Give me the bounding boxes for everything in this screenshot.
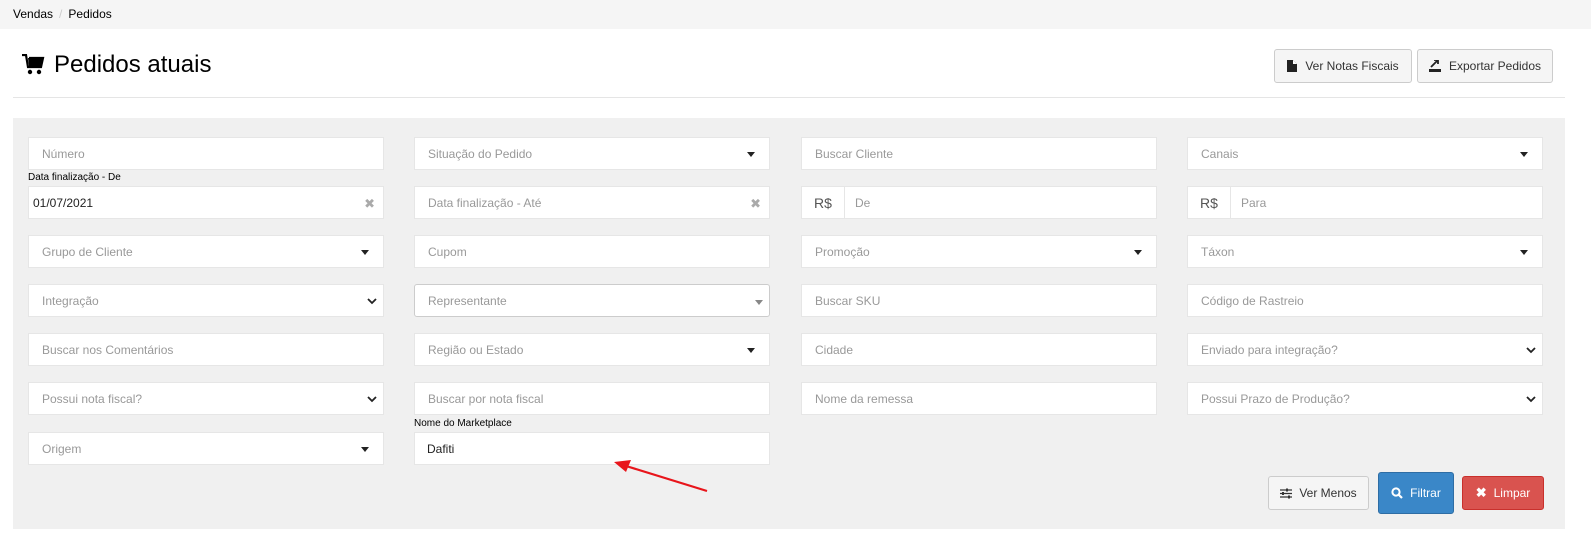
production-deadline-placeholder: Possui Prazo de Produção?	[1201, 391, 1350, 406]
chevron-down-icon	[1526, 396, 1536, 403]
shopping-cart-icon	[22, 54, 45, 75]
filter-label: Filtrar	[1410, 486, 1441, 500]
marketplace-value: Dafiti	[427, 441, 455, 456]
caret-down-icon	[747, 152, 755, 157]
marketplace-input[interactable]: Dafiti	[414, 432, 770, 465]
caret-down-icon	[1520, 250, 1528, 255]
taxon-placeholder: Táxon	[1201, 244, 1235, 259]
filter-panel: Número Situação do Pedido Buscar Cliente…	[13, 118, 1565, 529]
taxon-select[interactable]: Táxon	[1187, 235, 1543, 268]
chevron-down-icon	[367, 298, 377, 305]
file-icon	[1287, 60, 1298, 72]
chevron-down-icon	[1526, 347, 1536, 354]
sliders-icon	[1280, 488, 1293, 498]
breadcrumb-item-vendas[interactable]: Vendas	[13, 7, 53, 21]
date-from-input[interactable]: 01/07/2021 ✖	[28, 186, 384, 219]
promotion-placeholder: Promoção	[815, 244, 870, 259]
clear-icon[interactable]: ✖	[750, 196, 761, 212]
breadcrumb: Vendas / Pedidos	[0, 0, 1591, 29]
view-invoices-button[interactable]: Ver Notas Fiscais	[1274, 49, 1412, 83]
channels-select[interactable]: Canais	[1187, 137, 1543, 170]
order-status-select[interactable]: Situação do Pedido	[414, 137, 770, 170]
caret-down-icon	[755, 300, 763, 305]
shipment-name-input[interactable]: Nome da remessa	[801, 382, 1157, 415]
currency-addon: R$	[1188, 187, 1231, 218]
value-to-input[interactable]: Para	[1231, 187, 1542, 218]
chevron-down-icon	[367, 396, 377, 403]
page-title-text: Pedidos atuais	[54, 51, 212, 78]
sent-to-integration-select[interactable]: Enviado para integração?	[1187, 333, 1543, 366]
origin-placeholder: Origem	[42, 441, 82, 456]
date-from-value: 01/07/2021	[33, 195, 94, 210]
page-header: Pedidos atuais Ver Notas Fiscais Exporta…	[13, 29, 1565, 98]
has-invoice-placeholder: Possui nota fiscal?	[42, 391, 143, 406]
clear-label: Limpar	[1493, 486, 1531, 500]
clear-button[interactable]: ✖ Limpar	[1462, 476, 1544, 510]
date-from-label: Data finalização - De	[28, 172, 121, 183]
caret-down-icon	[747, 348, 755, 353]
breadcrumb-separator: /	[59, 7, 63, 21]
export-orders-button[interactable]: Exportar Pedidos	[1417, 49, 1553, 83]
region-state-placeholder: Região ou Estado	[428, 342, 524, 357]
date-to-input[interactable]: Data finalização - Até ✖	[414, 186, 770, 219]
representative-select[interactable]: Representante	[414, 284, 770, 317]
sent-to-integration-placeholder: Enviado para integração?	[1201, 342, 1338, 357]
close-icon: ✖	[1475, 485, 1487, 500]
show-less-button[interactable]: Ver Menos	[1268, 476, 1369, 510]
search-invoice-input[interactable]: Buscar por nota fiscal	[414, 382, 770, 415]
representative-placeholder: Representante	[428, 293, 507, 308]
breadcrumb-item-pedidos: Pedidos	[68, 7, 112, 21]
value-to-group: R$ Para	[1187, 186, 1543, 219]
has-invoice-select[interactable]: Possui nota fiscal?	[28, 382, 384, 415]
caret-down-icon	[361, 250, 369, 255]
date-to-placeholder: Data finalização - Até	[428, 195, 542, 210]
production-deadline-select[interactable]: Possui Prazo de Produção?	[1187, 382, 1543, 415]
search-client-input[interactable]: Buscar Cliente	[801, 137, 1157, 170]
order-number-input[interactable]: Número	[28, 137, 384, 170]
city-input[interactable]: Cidade	[801, 333, 1157, 366]
client-group-placeholder: Grupo de Cliente	[42, 244, 133, 259]
search-icon	[1391, 487, 1403, 499]
marketplace-label: Nome do Marketplace	[414, 418, 512, 429]
promotion-select[interactable]: Promoção	[801, 235, 1157, 268]
caret-down-icon	[1134, 250, 1142, 255]
export-orders-label: Exportar Pedidos	[1448, 59, 1542, 73]
currency-addon: R$	[802, 187, 845, 218]
page-title: Pedidos atuais	[22, 51, 211, 79]
integration-select[interactable]: Integração	[28, 284, 384, 317]
search-sku-input[interactable]: Buscar SKU	[801, 284, 1157, 317]
order-status-placeholder: Situação do Pedido	[428, 146, 533, 161]
coupon-input[interactable]: Cupom	[414, 235, 770, 268]
value-from-group: R$ De	[801, 186, 1157, 219]
caret-down-icon	[361, 447, 369, 452]
channels-placeholder: Canais	[1201, 146, 1239, 161]
export-icon	[1428, 60, 1441, 72]
value-from-input[interactable]: De	[845, 187, 1156, 218]
caret-down-icon	[1520, 152, 1528, 157]
origin-select[interactable]: Origem	[28, 432, 384, 465]
client-group-select[interactable]: Grupo de Cliente	[28, 235, 384, 268]
show-less-label: Ver Menos	[1299, 486, 1357, 500]
clear-icon[interactable]: ✖	[364, 196, 375, 212]
search-comments-input[interactable]: Buscar nos Comentários	[28, 333, 384, 366]
view-invoices-label: Ver Notas Fiscais	[1305, 59, 1399, 73]
filter-button[interactable]: Filtrar	[1378, 472, 1454, 514]
integration-placeholder: Integração	[42, 293, 99, 308]
tracking-code-input[interactable]: Código de Rastreio	[1187, 284, 1543, 317]
region-state-select[interactable]: Região ou Estado	[414, 333, 770, 366]
